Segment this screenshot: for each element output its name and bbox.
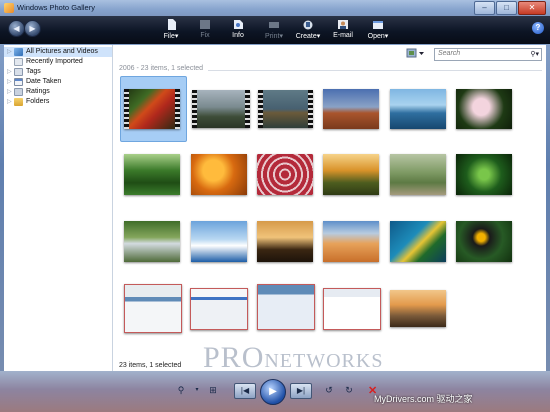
minimize-button[interactable]: – <box>474 1 495 15</box>
group-header: 2006 - 23 items, 1 selected <box>119 65 204 72</box>
photo-thumbnail[interactable] <box>323 154 379 195</box>
next-button[interactable]: ▶| <box>290 383 312 399</box>
photo-thumbnail[interactable] <box>191 221 247 262</box>
playback-controls: ⚲ ▾ ⊞ |◀ ▶ ▶| ↺ ↻ ✕ <box>158 379 388 405</box>
search-input[interactable]: Search ⚲▾ <box>434 48 542 61</box>
folder-icon <box>14 98 23 106</box>
email-button[interactable]: E-mail <box>332 19 354 41</box>
open-menu[interactable]: Open▾ <box>366 19 390 41</box>
view-options-button[interactable] <box>406 48 426 59</box>
close-button[interactable]: ✕ <box>518 1 546 15</box>
pictures-icon <box>14 48 23 56</box>
dropdown-arrow-icon[interactable]: ▾ <box>190 384 204 396</box>
calendar-icon <box>14 78 23 86</box>
expand-arrow-icon[interactable]: ▷ <box>7 77 12 87</box>
import-icon <box>14 58 23 66</box>
email-icon <box>338 20 348 29</box>
sidebar-item-tags[interactable]: ▷ Tags <box>4 67 112 77</box>
photo-thumbnail[interactable] <box>124 89 180 129</box>
photo-thumbnail[interactable] <box>390 89 446 129</box>
group-divider <box>208 70 542 71</box>
photo-thumbnail[interactable] <box>191 154 247 195</box>
sidebar-item-ratings[interactable]: ▷ Ratings <box>4 87 112 97</box>
forward-button[interactable]: ▶ <box>24 20 41 37</box>
expand-arrow-icon[interactable]: ▷ <box>7 87 12 97</box>
sidebar-item-all-pictures[interactable]: ▷ All Pictures and Videos <box>4 47 112 57</box>
print-icon <box>269 22 279 28</box>
expand-arrow-icon[interactable]: ▷ <box>7 67 12 77</box>
photo-thumbnail[interactable] <box>456 89 512 129</box>
maximize-button[interactable]: □ <box>496 1 517 15</box>
help-button[interactable]: ? <box>532 22 544 34</box>
photo-thumbnail[interactable] <box>124 154 180 195</box>
screenshot-thumbnail[interactable] <box>323 288 381 330</box>
photo-thumbnail[interactable] <box>323 89 379 129</box>
photo-thumbnail[interactable] <box>390 290 446 327</box>
star-icon <box>14 88 23 96</box>
sidebar-item-recently-imported[interactable]: Recently Imported <box>4 57 112 67</box>
fix-icon <box>200 20 210 29</box>
video-thumbnail[interactable] <box>192 90 250 128</box>
expand-arrow-icon[interactable]: ▷ <box>7 47 12 57</box>
window-title: Windows Photo Gallery <box>17 3 95 12</box>
navigation-pane: ▷ All Pictures and Videos Recently Impor… <box>4 45 113 371</box>
photo-thumbnail[interactable] <box>390 221 446 262</box>
screenshot-thumbnail[interactable] <box>190 288 248 330</box>
status-bar-text: 23 items, 1 selected <box>119 362 182 369</box>
site-watermark: MyDrivers.com 驱动之家 <box>374 394 473 404</box>
sidebar-item-folders[interactable]: ▷ Folders <box>4 97 112 107</box>
expand-arrow-icon[interactable]: ▷ <box>7 97 12 107</box>
rotate-left-icon[interactable]: ↺ <box>322 384 336 396</box>
title-bar: Windows Photo Gallery – □ ✕ <box>0 0 550 16</box>
photo-thumbnail[interactable] <box>323 221 379 262</box>
back-button[interactable]: ◀ <box>8 20 25 37</box>
photo-gallery-window: Windows Photo Gallery – □ ✕ ◀ ▶ File▾ Fi… <box>0 0 550 412</box>
view-icon <box>406 48 424 58</box>
file-menu[interactable]: File▾ <box>160 19 182 41</box>
info-button[interactable]: Info <box>230 19 246 41</box>
photo-thumbnail[interactable] <box>390 154 446 195</box>
create-menu[interactable]: Create▾ <box>294 19 322 41</box>
open-icon <box>373 21 383 29</box>
previous-button[interactable]: |◀ <box>234 383 256 399</box>
photo-thumbnail[interactable] <box>456 154 512 195</box>
photo-thumbnail[interactable] <box>257 154 313 195</box>
gallery-pane: Search ⚲▾ 2006 - 23 items, 1 selected PR… <box>113 45 546 374</box>
video-thumbnail[interactable] <box>258 90 313 128</box>
bottom-control-bar: ⚲ ▾ ⊞ |◀ ▶ ▶| ↺ ↻ ✕ MyDrivers.com 驱动之家 <box>0 371 550 412</box>
actual-size-icon[interactable]: ⊞ <box>206 384 220 396</box>
file-icon <box>168 19 176 30</box>
info-icon <box>234 20 243 29</box>
screenshot-thumbnail[interactable] <box>124 284 182 333</box>
tag-icon <box>14 68 23 76</box>
photo-thumbnail[interactable] <box>456 221 512 262</box>
fix-button[interactable]: Fix <box>197 19 213 41</box>
screenshot-thumbnail[interactable] <box>257 284 315 330</box>
sidebar-item-date-taken[interactable]: ▷ Date Taken <box>4 77 112 87</box>
photo-thumbnail[interactable] <box>124 221 180 262</box>
create-icon <box>303 20 313 30</box>
toolbar: ◀ ▶ File▾ Fix Info Print▾ Create▾ E-mail <box>0 16 550 44</box>
zoom-icon[interactable]: ⚲ <box>174 384 188 396</box>
watermark: PRONETWORKS <box>203 341 384 374</box>
app-icon <box>4 3 14 13</box>
photo-thumbnail[interactable] <box>257 221 313 262</box>
print-menu[interactable]: Print▾ <box>262 19 286 41</box>
search-icon[interactable]: ⚲▾ <box>530 50 539 58</box>
slideshow-button[interactable]: ▶ <box>260 379 286 405</box>
rotate-right-icon[interactable]: ↻ <box>342 384 356 396</box>
